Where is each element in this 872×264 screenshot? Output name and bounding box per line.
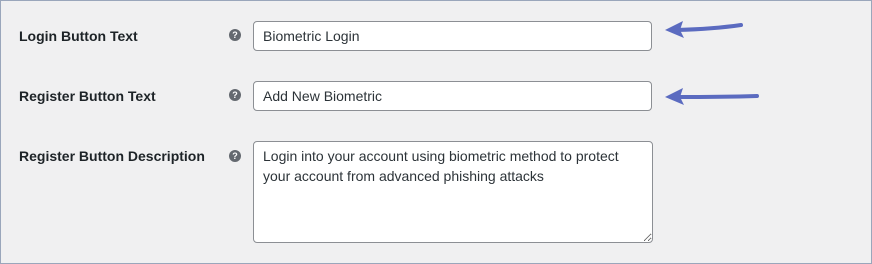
help-icon[interactable]: ? [229, 89, 241, 101]
help-icon[interactable]: ? [229, 150, 241, 162]
login-button-text-input[interactable] [253, 21, 652, 51]
login-button-text-label: Login Button Text [19, 28, 138, 44]
register-button-description-label: Register Button Description [19, 148, 205, 164]
register-button-text-label: Register Button Text [19, 88, 156, 104]
settings-panel: Login Button Text ? Register Button Text… [0, 0, 872, 264]
help-icon[interactable]: ? [229, 29, 241, 41]
left-arrow-icon [665, 88, 759, 105]
register-button-description-textarea[interactable]: Login into your account using biometric … [253, 141, 653, 243]
left-arrow-icon [665, 21, 743, 38]
register-button-text-input[interactable] [253, 81, 652, 111]
